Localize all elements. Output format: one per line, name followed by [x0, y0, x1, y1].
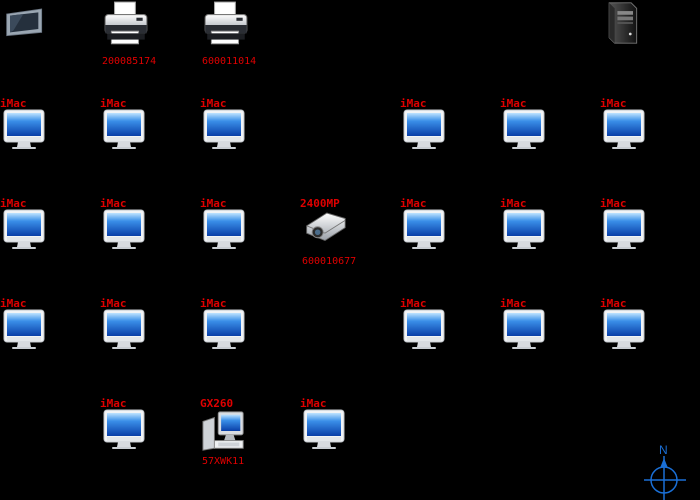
- imac-icon: [500, 106, 548, 154]
- imac-icon: [500, 306, 548, 354]
- north-letter: N: [659, 443, 668, 457]
- printer-serial-label: 600011014: [202, 56, 257, 67]
- imac-r1c5[interactable]: iMac: [400, 98, 460, 160]
- imac-icon: [500, 206, 548, 254]
- imac-r3c2[interactable]: iMac: [100, 298, 160, 360]
- imac-icon: [600, 306, 648, 354]
- imac-r3c3[interactable]: iMac: [200, 298, 260, 360]
- imac-r2c1[interactable]: iMac: [0, 198, 60, 260]
- imac-r2c6[interactable]: iMac: [500, 198, 560, 260]
- imac-icon: [0, 206, 48, 254]
- imac-r3c1[interactable]: iMac: [0, 298, 60, 360]
- printer-icon: [200, 0, 252, 50]
- north-arrow-icon: [644, 456, 686, 500]
- pc-workstation-icon: [200, 408, 248, 454]
- imac-icon: [400, 106, 448, 154]
- imac-r1c6[interactable]: iMac: [500, 98, 560, 160]
- imac-icon: [100, 306, 148, 354]
- pc-service-tag-label: 57XWK11: [202, 456, 245, 467]
- imac-r4c4[interactable]: iMac: [300, 398, 360, 460]
- imac-icon: [200, 206, 248, 254]
- imac-r2c5[interactable]: iMac: [400, 198, 460, 260]
- imac-icon: [400, 306, 448, 354]
- imac-icon: [600, 206, 648, 254]
- imac-icon: [400, 206, 448, 254]
- imac-r3c6[interactable]: iMac: [500, 298, 560, 360]
- printer-600011014[interactable]: 600011014: [200, 0, 260, 67]
- imac-icon: [100, 106, 148, 154]
- flat-panel-display[interactable]: [0, 4, 60, 64]
- flat-panel-display-icon: [0, 4, 50, 44]
- imac-r1c3[interactable]: iMac: [200, 98, 260, 160]
- pc-workstation-gx260[interactable]: GX260 57XWK11: [200, 398, 260, 468]
- imac-r2c7[interactable]: iMac: [600, 198, 660, 260]
- server-tower[interactable]: [600, 0, 660, 60]
- imac-r3c7[interactable]: iMac: [600, 298, 660, 360]
- imac-r4c2[interactable]: iMac: [100, 398, 160, 460]
- printer-icon: [100, 0, 152, 50]
- projector-icon: [300, 202, 350, 246]
- imac-r1c7[interactable]: iMac: [600, 98, 660, 160]
- imac-icon: [300, 406, 348, 454]
- projector-serial-label: 600010677: [302, 256, 357, 267]
- imac-r2c3[interactable]: iMac: [200, 198, 260, 260]
- imac-r1c1[interactable]: iMac: [0, 98, 60, 160]
- imac-icon: [0, 306, 48, 354]
- imac-icon: [0, 106, 48, 154]
- printer-serial-label: 200085174: [102, 56, 157, 67]
- imac-r1c2[interactable]: iMac: [100, 98, 160, 160]
- imac-icon: [200, 306, 248, 354]
- imac-icon: [600, 106, 648, 154]
- imac-r2c2[interactable]: iMac: [100, 198, 160, 260]
- server-tower-icon: [600, 0, 644, 46]
- imac-icon: [200, 106, 248, 154]
- north-arrow-compass: N: [640, 444, 690, 500]
- imac-icon: [100, 206, 148, 254]
- imac-icon: [100, 406, 148, 454]
- printer-200085174[interactable]: 200085174: [100, 0, 160, 67]
- imac-r3c5[interactable]: iMac: [400, 298, 460, 360]
- projector-2400mp[interactable]: 2400MP 600010677: [300, 198, 360, 268]
